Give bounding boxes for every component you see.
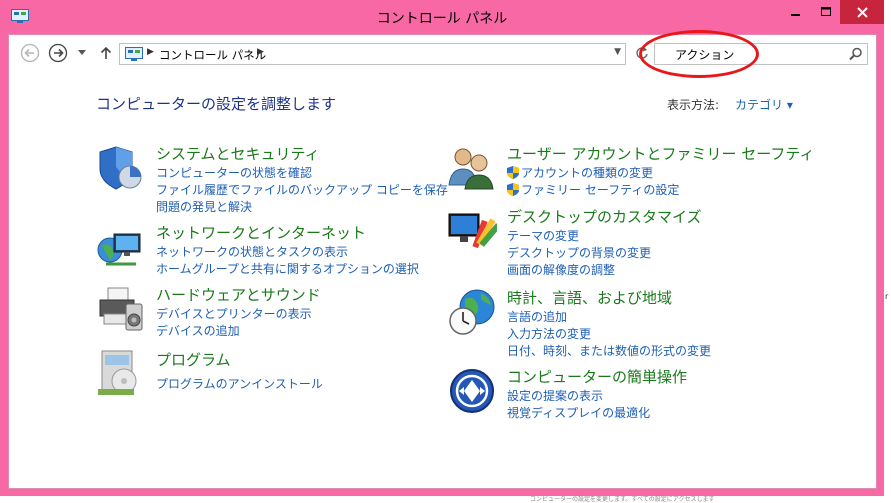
category-title-hardware-sound[interactable]: ハードウェアとサウンド — [156, 284, 321, 305]
link-homegroup-sharing-options[interactable]: ホームグループと共有に関するオプションの選択 — [156, 260, 419, 277]
window-title: コントロール パネル — [376, 11, 508, 27]
minimize-icon — [791, 14, 800, 16]
ease-of-access-icon — [450, 369, 494, 413]
red-annotation-circle — [639, 30, 759, 78]
programs-box-icon — [98, 350, 137, 395]
forward-arrow-icon — [48, 43, 68, 63]
users-icon — [448, 148, 494, 190]
link-change-date-time-number-format[interactable]: 日付、時刻、または数値の形式の変更 — [507, 342, 711, 359]
link-get-recommendations[interactable]: 設定の提案の表示 — [507, 387, 603, 404]
link-add-device[interactable]: デバイスの追加 — [156, 322, 240, 339]
link-change-input-method[interactable]: 入力方法の変更 — [507, 325, 591, 342]
breadcrumb-separator-icon[interactable]: ▶ — [257, 47, 264, 57]
up-arrow-icon — [100, 46, 112, 59]
link-optimize-visual-display[interactable]: 視覚ディスプレイの最適化 — [507, 404, 650, 421]
desktop-palette-icon — [448, 213, 497, 249]
link-family-safety[interactable]: ファミリー セーフティの設定 — [507, 181, 679, 198]
uac-shield-icon — [507, 166, 519, 179]
chevron-down-icon — [78, 50, 86, 55]
link-find-fix-problems[interactable]: 問題の発見と解決 — [156, 198, 252, 215]
breadcrumb-control-panel[interactable]: コントロール パネル — [159, 47, 266, 63]
page-title: コンピューターの設定を調整します — [96, 95, 337, 113]
view-by-dropdown[interactable]: カテゴリ ▾ — [735, 96, 793, 113]
category-title-system-security[interactable]: システムとセキュリティ — [156, 143, 320, 164]
link-devices-printers[interactable]: デバイスとプリンターの表示 — [156, 305, 312, 322]
background-tooltip-fragment: コンピューターの設定を変更します。すべての設定にアクセスします — [530, 496, 715, 503]
title-bar[interactable]: コントロール パネル — [0, 0, 884, 34]
link-file-history-backup[interactable]: ファイル履歴でファイルのバックアップ コピーを保存 — [156, 181, 448, 198]
address-bar[interactable]: ▶ コントロール パネル ▶ ▼ — [119, 43, 626, 65]
close-icon — [856, 6, 868, 18]
category-title-programs[interactable]: プログラム — [156, 349, 231, 370]
navigation-bar: ▶ コントロール パネル ▶ ▼ アクション — [9, 30, 878, 78]
breadcrumb-separator-icon[interactable]: ▶ — [147, 47, 154, 57]
link-add-language[interactable]: 言語の追加 — [507, 308, 567, 325]
uac-shield-icon — [507, 183, 519, 196]
category-title-network-internet[interactable]: ネットワークとインターネット — [156, 222, 366, 243]
link-change-desktop-background[interactable]: デスクトップの背景の変更 — [507, 244, 651, 261]
category-title-clock-language-region[interactable]: 時計、言語、および地域 — [507, 287, 672, 308]
maximize-icon — [820, 7, 831, 16]
security-shield-icon — [99, 146, 142, 190]
link-change-theme[interactable]: テーマの変更 — [507, 227, 579, 244]
background-right-edge — [884, 0, 891, 503]
control-panel-icon — [125, 47, 143, 61]
category-title-user-accounts[interactable]: ユーザー アカウントとファミリー セーフティ — [507, 143, 814, 164]
background-bottom-edge — [0, 496, 891, 503]
link-check-computer-status[interactable]: コンピューターの状態を確認 — [156, 164, 312, 181]
link-change-account-type-label[interactable]: アカウントの種類の変更 — [521, 166, 653, 180]
minimize-button[interactable] — [780, 0, 812, 24]
close-button[interactable] — [840, 0, 884, 24]
category-title-ease-of-access[interactable]: コンピューターの簡単操作 — [507, 366, 687, 387]
recent-locations-button[interactable] — [75, 42, 89, 64]
printer-icon — [99, 287, 143, 331]
search-icon[interactable] — [849, 47, 863, 61]
link-network-status-tasks[interactable]: ネットワークの状態とタスクの表示 — [156, 243, 348, 260]
back-button[interactable] — [19, 42, 41, 64]
control-panel-window: コントロール パネル ▶ コントロール パネル ▶ ▼ アクション コンピュータ… — [0, 0, 884, 496]
link-adjust-screen-resolution[interactable]: 画面の解像度の調整 — [507, 261, 615, 278]
link-family-safety-label[interactable]: ファミリー セーフティの設定 — [521, 183, 679, 197]
up-button[interactable] — [95, 42, 117, 64]
maximize-button[interactable] — [812, 0, 840, 24]
link-change-account-type[interactable]: アカウントの種類の変更 — [507, 164, 653, 181]
forward-button[interactable] — [47, 42, 69, 64]
view-by-label: 表示方法: — [667, 98, 720, 112]
category-title-desktop-customization[interactable]: デスクトップのカスタマイズ — [507, 206, 702, 227]
background-text-fragment: r — [885, 292, 889, 301]
back-arrow-icon — [20, 43, 40, 63]
clock-globe-icon — [449, 289, 495, 335]
address-dropdown-icon[interactable]: ▼ — [614, 47, 621, 57]
link-uninstall-program[interactable]: プログラムのアンインストール — [156, 375, 323, 392]
control-panel-content: ▶ コントロール パネル ▶ ▼ アクション コンピューターの設定を調整します … — [8, 30, 878, 489]
network-globe-icon — [97, 233, 141, 266]
